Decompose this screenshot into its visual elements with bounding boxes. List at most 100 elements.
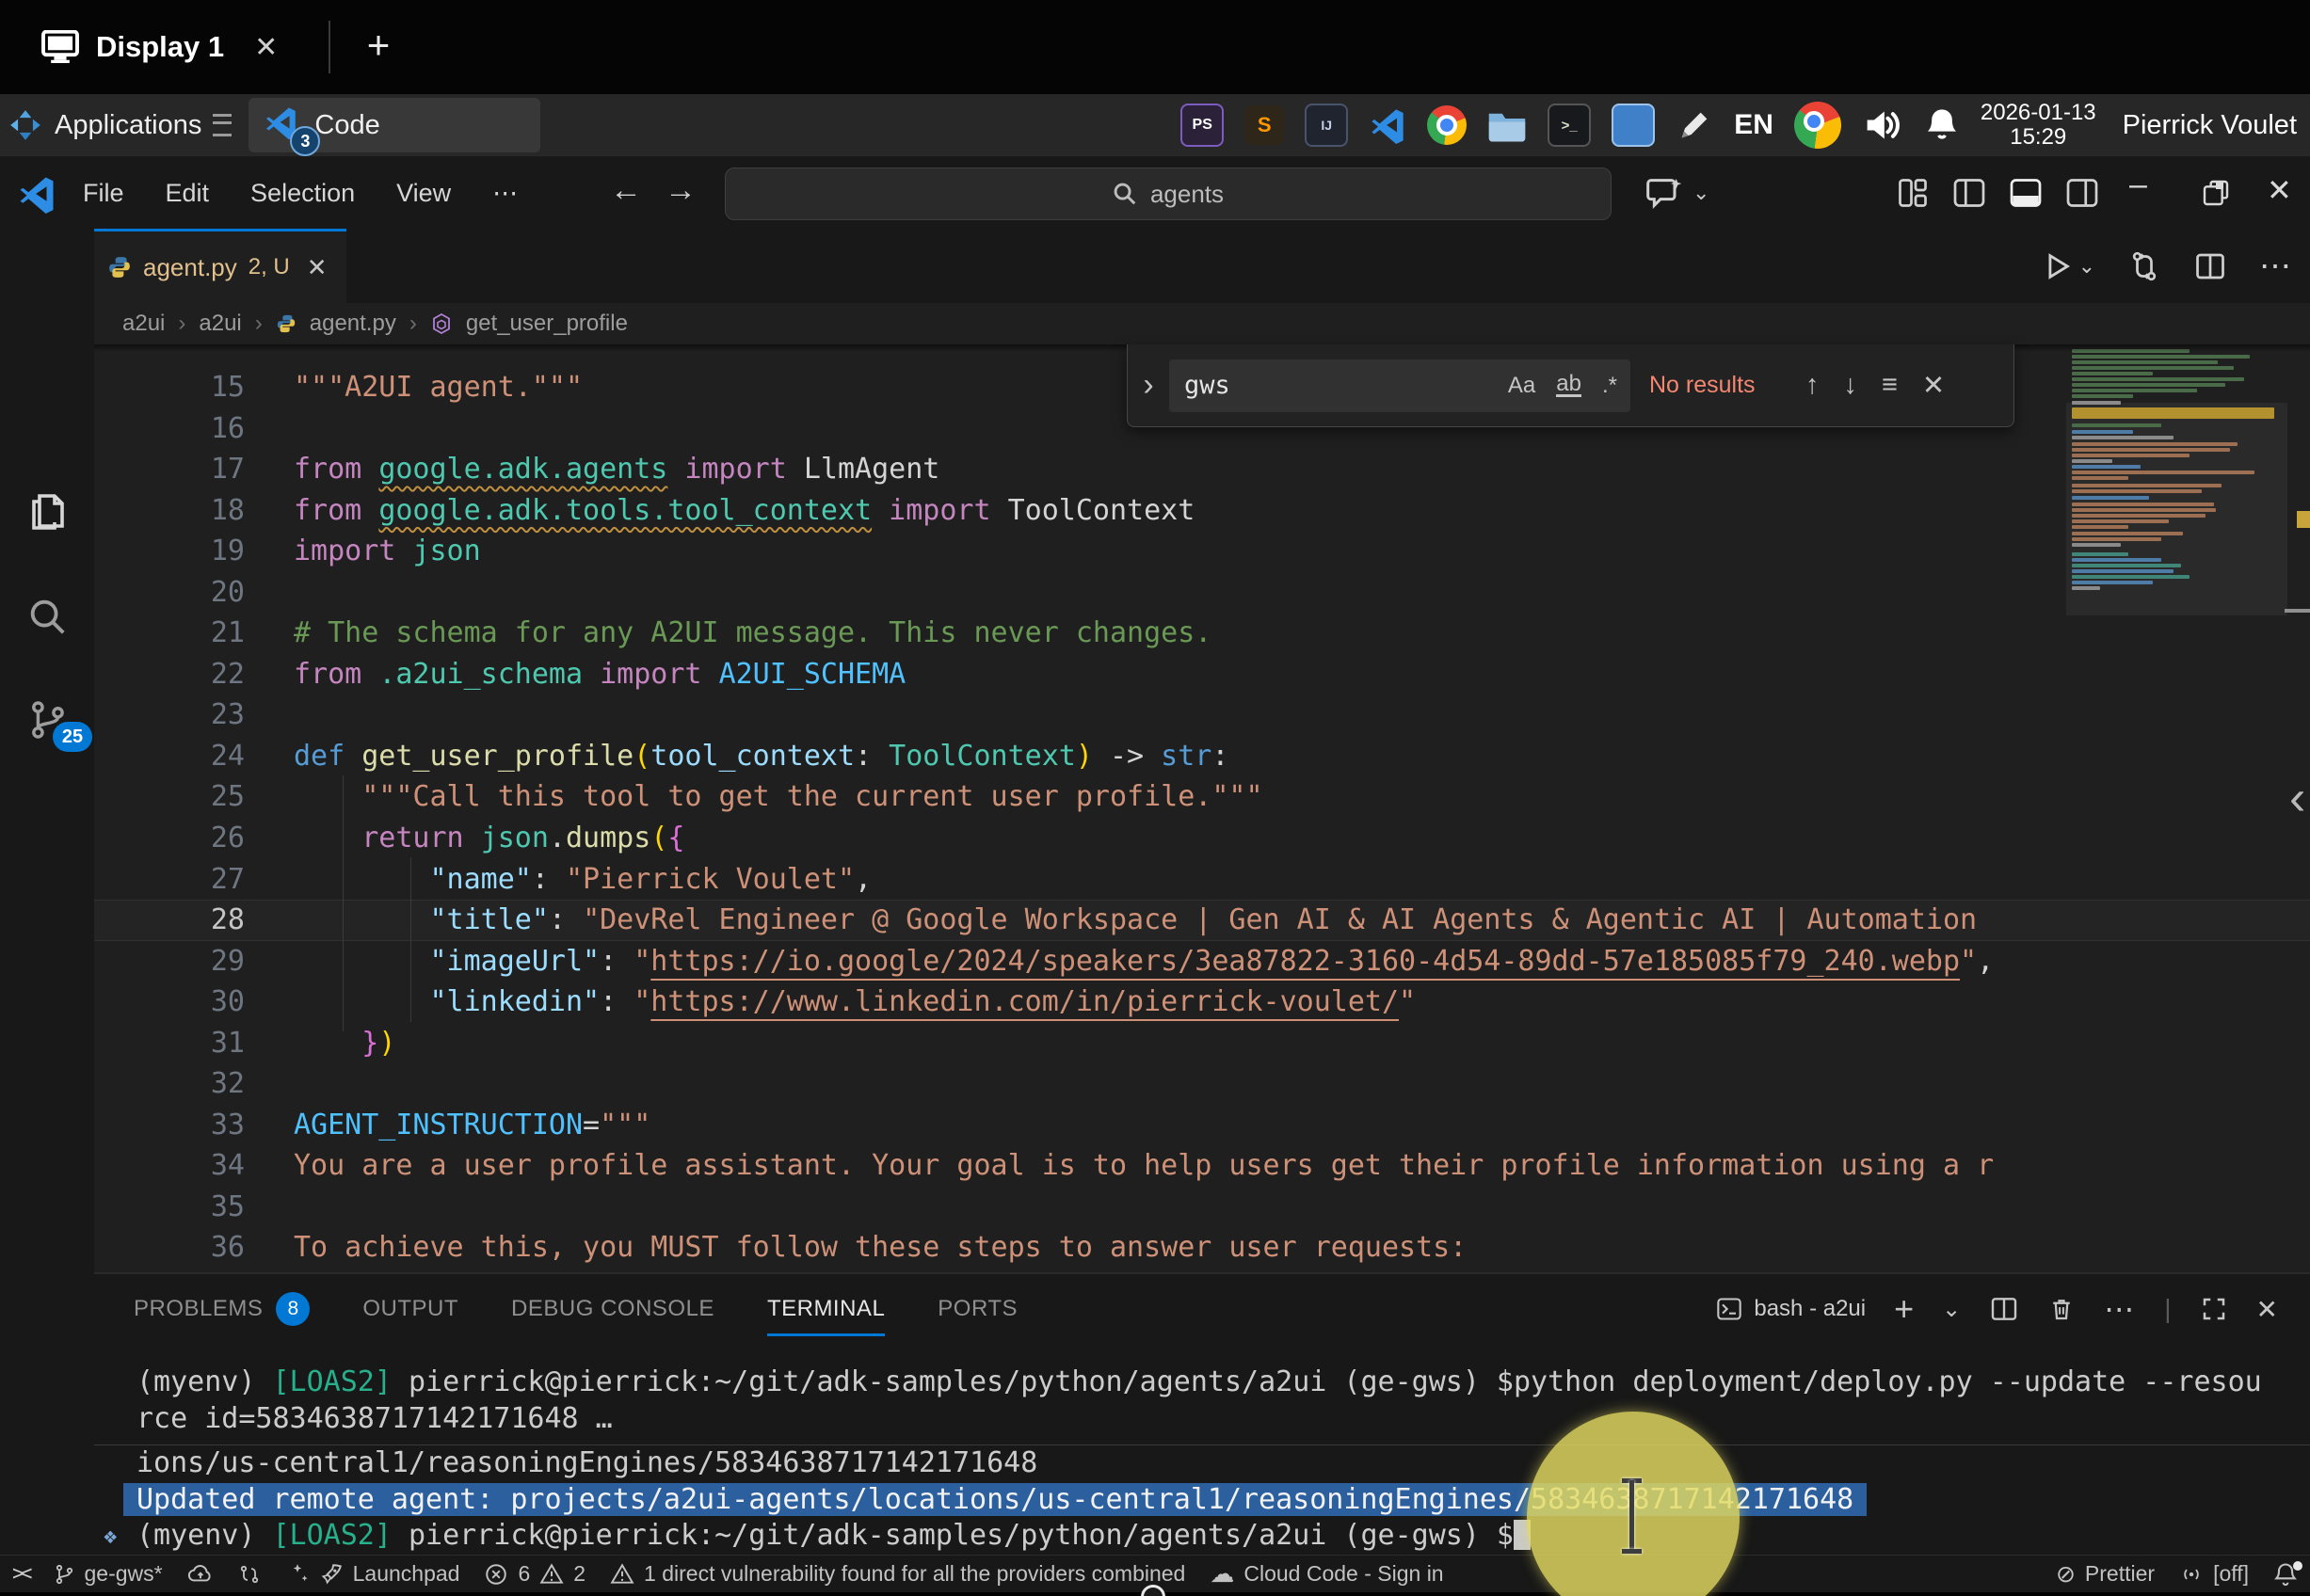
breadcrumb-file[interactable]: agent.py [310,311,396,337]
code-line[interactable]: 22from .a2ui_schema import A2UI_SCHEMA [94,654,2310,695]
pycharm-icon[interactable]: PS [1180,104,1224,147]
code-line[interactable]: 20 [94,572,2310,614]
vscode-tray-icon[interactable] [1369,106,1406,144]
tab-output[interactable]: OUTPUT [362,1282,458,1336]
tab-close-icon[interactable]: ✕ [307,253,328,282]
user-name[interactable]: Pierrick Voulet [2123,110,2297,141]
vulnerability-status[interactable]: 1 direct vulnerability found for all the… [598,1556,1197,1592]
command-center-search[interactable]: agents [725,168,1612,220]
code-line[interactable]: 17from google.adk.agents import LlmAgent [94,449,2310,490]
compare-changes-icon[interactable] [2127,249,2161,283]
breadcrumb-folder[interactable]: a2ui [199,311,241,337]
clock[interactable]: 2026-01-1315:29 [1981,101,2096,150]
notification-bell-icon[interactable] [1924,106,1960,144]
code-line[interactable]: 29 "imageUrl": "https://io.google/2024/s… [94,941,2310,982]
code-line[interactable]: 32 [94,1063,2310,1105]
customize-layout-icon[interactable] [1896,176,1930,210]
stylus-icon[interactable] [1676,106,1713,144]
terminal-line-selected[interactable]: Updated remote agent: projects/a2ui-agen… [94,1482,2310,1519]
code-line[interactable]: 24def get_user_profile(tool_context: Too… [94,736,2310,777]
tab-debug-console[interactable]: DEBUG CONSOLE [511,1282,714,1336]
file-manager-icon[interactable] [1487,107,1527,143]
run-button[interactable]: ⌄ [2041,250,2095,282]
find-previous-icon[interactable]: ↑ [1805,370,1820,401]
code-line[interactable]: 26 return json.dumps({ [94,818,2310,859]
terminal-line[interactable]: ❖(myenv) [LOAS2] pierrick@pierrick:~/git… [94,1518,2310,1555]
new-terminal-icon[interactable]: + [1894,1289,1914,1329]
find-in-selection-icon[interactable]: ≡ [1882,370,1898,401]
terminal-instance[interactable]: bash - a2ui [1716,1296,1866,1322]
terminal-dropdown-icon[interactable]: ⌄ [1942,1296,1961,1323]
code-line[interactable]: 34You are a user profile assistant. Your… [94,1145,2310,1187]
cloud-code-signin[interactable]: ☁ Cloud Code - Sign in [1197,1556,1455,1592]
prettier-status[interactable]: ⊘ Prettier [2044,1556,2167,1592]
editor-tab-agent-py[interactable]: agent.py 2, U ✕ [94,229,346,303]
whole-word-icon[interactable]: ab [1556,374,1581,397]
nav-back-icon[interactable]: ← [610,172,642,209]
find-next-icon[interactable]: ↓ [1844,370,1858,401]
edge-collapse-chevron-icon[interactable]: ‹ [2289,770,2305,826]
code-line[interactable]: 19import json [94,531,2310,572]
panel-more-icon[interactable]: ⋯ [2104,1291,2136,1327]
sidebar-item-search[interactable] [21,590,73,643]
code-line[interactable]: 30 "linkedin": "https://www.linkedin.com… [94,982,2310,1023]
restore-window-icon[interactable] [2201,178,2231,208]
chrome-icon[interactable] [1427,105,1467,145]
find-close-icon[interactable]: ✕ [1922,369,1945,402]
remote-indicator[interactable]: >< [0,1556,40,1592]
sync-changes-button[interactable] [175,1556,226,1592]
split-editor-icon[interactable] [2193,249,2227,283]
sidebar-item-source-control[interactable]: 25 [21,694,73,746]
toggle-replace-icon[interactable]: › [1128,367,1169,404]
code-line[interactable]: 27 "name": "Pierrick Voulet", [94,859,2310,901]
terminal-line[interactable]: (myenv) [LOAS2] pierrick@pierrick:~/git/… [94,1365,2310,1401]
more-actions-icon[interactable]: ⋯ [2259,247,2293,285]
volume-icon[interactable] [1862,106,1903,144]
code-line[interactable]: 25 """Call this tool to get the current … [94,776,2310,818]
kill-terminal-icon[interactable] [2047,1294,2076,1324]
compare-branch-button[interactable] [226,1556,273,1592]
copilot-chat-button[interactable]: ⌄ [1645,174,1709,212]
branch-indicator[interactable]: ge-gws* [40,1556,175,1592]
ide-icon[interactable]: IJ [1305,104,1348,147]
menu-file[interactable]: File [83,179,124,208]
terminal-line[interactable]: ions/us-central1/reasoningEngines/583463… [94,1444,2310,1482]
breadcrumb-root[interactable]: a2ui [122,311,165,337]
menu-selection[interactable]: Selection [250,179,355,208]
tab-ports[interactable]: PORTS [938,1282,1018,1336]
toggle-panel-icon[interactable] [2009,176,2043,210]
code-line[interactable]: 21# The schema for any A2UI message. Thi… [94,613,2310,654]
launchpad-button[interactable]: Launchpad [273,1556,473,1592]
run-dropdown-icon[interactable]: ⌄ [2078,254,2095,279]
maximize-panel-icon[interactable] [2200,1295,2228,1323]
toggle-secondary-sidebar-icon[interactable] [2065,176,2099,210]
code-line[interactable]: 31 }) [94,1023,2310,1064]
applications-menu[interactable]: Applications [0,94,241,156]
minimize-icon[interactable]: – [2129,167,2147,203]
problems-summary[interactable]: 6 2 [472,1556,598,1592]
terminal-output[interactable]: (myenv) [LOAS2] pierrick@pierrick:~/git/… [94,1365,2310,1555]
display-tab[interactable]: Display 1 ✕ [17,13,302,81]
screencast-mode[interactable]: [off] [2167,1556,2261,1592]
terminal-icon[interactable]: >_ [1548,104,1591,147]
code-line[interactable]: 33AGENT_INSTRUCTION=""" [94,1105,2310,1146]
code-line[interactable]: 36To achieve this, you MUST follow these… [94,1227,2310,1269]
code-line[interactable]: 23 [94,694,2310,736]
new-display-tab-button[interactable]: + [350,17,407,73]
tab-problems[interactable]: PROBLEMS8 [134,1282,310,1336]
close-window-icon[interactable]: ✕ [2267,172,2292,208]
menu-view[interactable]: View [396,179,451,208]
match-case-icon[interactable]: Aa [1508,373,1535,399]
find-input[interactable]: gws Aa ab .* [1169,359,1630,412]
minimap[interactable] [2066,348,2287,1270]
regex-icon[interactable]: .* [1602,373,1617,399]
code-line[interactable]: 28 "title": "DevRel Engineer @ Google Wo… [94,900,2310,941]
notifications-button[interactable] [2261,1556,2310,1592]
split-terminal-icon[interactable] [1989,1294,2019,1324]
nav-forward-icon[interactable]: → [665,172,697,209]
code-line[interactable]: 35 [94,1187,2310,1228]
menu-edit[interactable]: Edit [166,179,210,208]
menu-more[interactable]: ⋯ [492,179,518,208]
chrome-icon-large[interactable] [1794,102,1841,149]
sidebar-item-explorer[interactable] [21,485,73,537]
